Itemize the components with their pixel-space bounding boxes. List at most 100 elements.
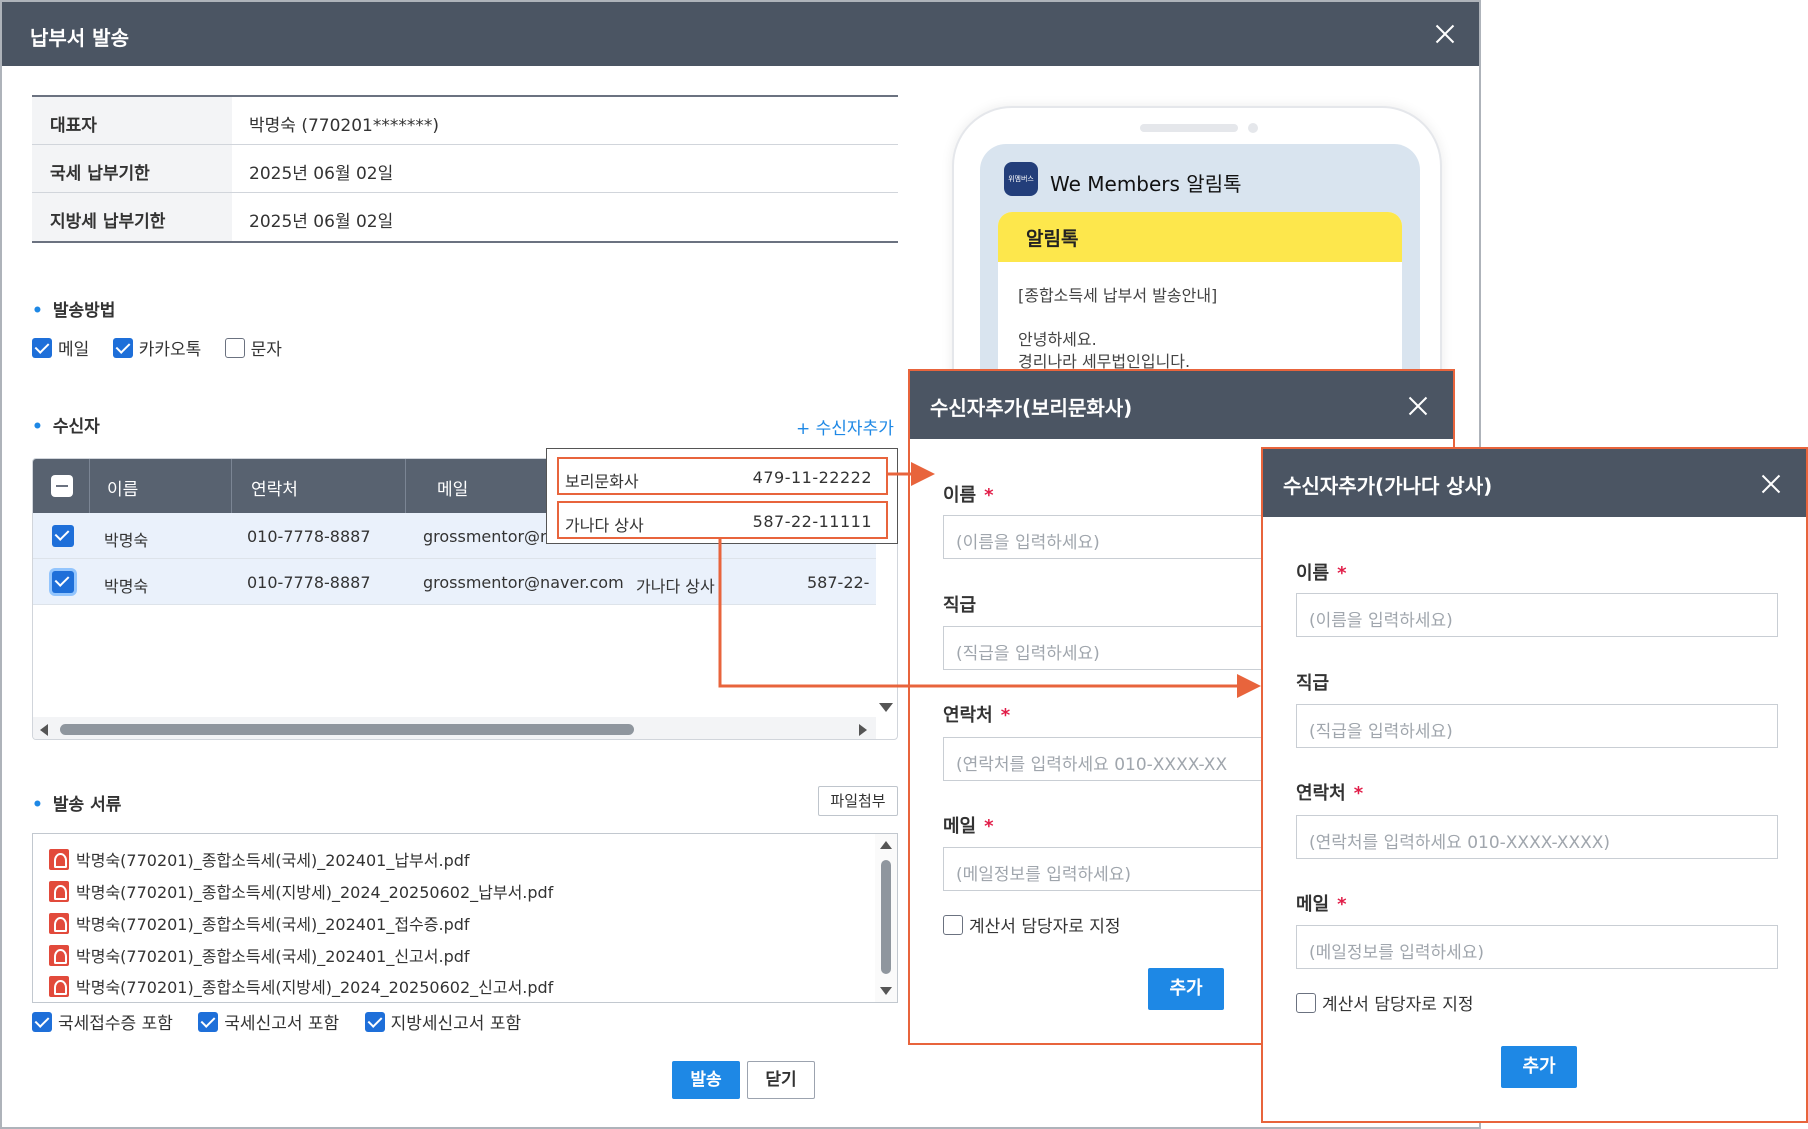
dropdown-option-ganada[interactable]: 가나다 상사 587-22-11111 — [557, 501, 888, 539]
checkbox-checked-icon[interactable] — [112, 337, 133, 358]
header-name[interactable]: 이름 — [107, 475, 138, 500]
checkbox-checked-icon[interactable] — [198, 1011, 219, 1032]
add-button[interactable]: 추가 — [1501, 1046, 1577, 1088]
list-item[interactable]: 박명숙(770201)_종합소득세(지방세)_2024_20250602_납부서… — [49, 879, 553, 903]
info-value: 2025년 06월 02일 — [249, 164, 394, 184]
checkbox-unchecked-icon[interactable] — [1296, 992, 1316, 1013]
message-line: 안녕하세요. — [1018, 330, 1097, 349]
info-value: 2025년 06월 02일 — [249, 212, 394, 232]
table-row[interactable]: 박명숙 010-7778-8887 grossmentor@naver.com … — [33, 559, 876, 605]
list-item[interactable]: 박명숙(770201)_종합소득세(국세)_202401_신고서.pdf — [49, 943, 470, 967]
close-icon[interactable] — [1760, 473, 1782, 495]
document-list: 박명숙(770201)_종합소득세(국세)_202401_납부서.pdf 박명숙… — [32, 833, 898, 1003]
checkbox-label: 계산서 담당자로 지정 — [1322, 995, 1474, 1015]
card-header: 알림톡 — [998, 212, 1402, 262]
list-item[interactable]: 박명숙(770201)_종합소득세(국세)_202401_납부서.pdf — [49, 847, 470, 871]
horizontal-scrollbar[interactable] — [33, 717, 876, 739]
file-name: 박명숙(770201)_종합소득세(국세)_202401_신고서.pdf — [76, 947, 470, 966]
row-checkbox[interactable] — [52, 525, 74, 547]
position-input[interactable]: (직급을 입력하세요) — [1296, 704, 1778, 748]
checkbox-label: 국세접수증 포함 — [58, 1014, 173, 1034]
cell-bizno: 587-22- — [807, 573, 870, 592]
cell-name: 박명숙 — [104, 577, 149, 596]
pdf-icon — [49, 913, 69, 934]
scroll-down-arrow-icon[interactable] — [879, 703, 893, 712]
close-icon[interactable] — [1434, 23, 1456, 45]
scroll-left-arrow-icon[interactable] — [40, 724, 48, 736]
checkbox-checked-icon[interactable] — [32, 1011, 52, 1032]
section-documents: • 발송 서류 — [32, 795, 122, 815]
info-label: 대표자 — [32, 97, 232, 144]
checkbox-label: 국세신고서 포함 — [224, 1014, 340, 1034]
cell-company: 가나다 상사 — [636, 577, 715, 596]
scrollbar-thumb[interactable] — [881, 860, 891, 974]
info-table: 대표자 박명숙 (770201*******) 국세 납부기한 2025년 06… — [32, 95, 898, 243]
option-bizno: 587-22-11111 — [752, 512, 872, 531]
file-name: 박명숙(770201)_종합소득세(국세)_202401_접수증.pdf — [76, 915, 470, 934]
add-recipient-dialog-ganada: 수신자추가(가나다 상사) 이름 * (이름을 입력하세요) 직급 (직급을 입력… — [1261, 447, 1808, 1123]
scroll-down-arrow-icon[interactable] — [880, 987, 892, 995]
dialog-titlebar: 수신자추가(가나다 상사) — [1263, 449, 1806, 517]
close-icon[interactable] — [1407, 395, 1429, 417]
option-name: 가나다 상사 — [565, 516, 644, 535]
dropdown-option-bori[interactable]: 보리문화사 479-11-22222 — [557, 457, 888, 495]
section-send-method: • 발송방법 — [32, 301, 116, 321]
section-recipients: • 수신자 — [32, 417, 100, 437]
checkbox-unchecked-icon[interactable] — [224, 337, 245, 358]
checkbox-checked-icon[interactable] — [32, 337, 52, 358]
cell-phone: 010-7778-8887 — [247, 573, 371, 592]
method-kakao-checkbox[interactable]: 카카오톡 — [112, 337, 201, 360]
list-item[interactable]: 박명숙(770201)_종합소득세(지방세)_2024_20250602_신고서… — [49, 974, 553, 998]
invoice-manager-checkbox[interactable]: 계산서 담당자로 지정 — [1296, 990, 1474, 1015]
field-label-email: 메일 * — [1296, 894, 1347, 915]
sender-name: We Members 알림톡 — [1050, 172, 1242, 196]
pdf-icon — [49, 849, 69, 870]
add-button[interactable]: 추가 — [1148, 968, 1224, 1010]
checkbox-label: 지방세신고서 포함 — [390, 1014, 522, 1034]
pdf-icon — [49, 881, 69, 902]
add-recipient-link[interactable]: + 수신자추가 — [796, 414, 894, 439]
field-label-name: 이름 * — [1296, 563, 1347, 584]
message-line: [종합소득세 납부서 발송안내] — [1018, 286, 1218, 305]
method-email-checkbox[interactable]: 메일 — [32, 337, 89, 360]
field-label-name: 이름 * — [943, 485, 994, 506]
include-receipt-checkbox[interactable]: 국세접수증 포함 — [32, 1011, 173, 1034]
dialog-titlebar: 수신자추가(보리문화사) — [910, 371, 1453, 439]
field-label-phone: 연락처 * — [943, 705, 1011, 726]
include-national-return-checkbox[interactable]: 국세신고서 포함 — [198, 1011, 340, 1034]
file-name: 박명숙(770201)_종합소득세(지방세)_2024_20250602_신고서… — [76, 978, 554, 997]
include-options: 국세접수증 포함 국세신고서 포함 지방세신고서 포함 — [32, 1009, 541, 1034]
invoice-manager-checkbox[interactable]: 계산서 담당자로 지정 — [943, 912, 1121, 937]
close-button[interactable]: 닫기 — [747, 1061, 815, 1099]
info-row-representative: 대표자 박명숙 (770201*******) — [32, 97, 898, 145]
phone-input[interactable]: (연락처를 입력하세요 010-XXXX-XXXX) — [1296, 815, 1778, 859]
app-logo: 위멤버스 — [1004, 162, 1038, 196]
section-title: 발송방법 — [52, 301, 116, 321]
checkbox-checked-icon[interactable] — [364, 1011, 385, 1032]
scrollbar-thumb[interactable] — [60, 724, 634, 735]
row-checkbox[interactable] — [52, 571, 74, 593]
header-email[interactable]: 메일 — [437, 475, 468, 500]
include-local-return-checkbox[interactable]: 지방세신고서 포함 — [364, 1011, 522, 1034]
scroll-right-arrow-icon[interactable] — [859, 724, 867, 736]
attach-file-button[interactable]: 파일첨부 — [818, 786, 898, 816]
scroll-up-arrow-icon[interactable] — [880, 841, 892, 849]
list-item[interactable]: 박명숙(770201)_종합소득세(국세)_202401_접수증.pdf — [49, 911, 470, 935]
vertical-scrollbar[interactable] — [875, 834, 897, 1002]
header-phone[interactable]: 연락처 — [251, 475, 298, 500]
checkbox-label: 계산서 담당자로 지정 — [969, 917, 1121, 937]
method-sms-checkbox[interactable]: 문자 — [224, 337, 282, 360]
info-value: 박명숙 (770201*******) — [249, 116, 439, 136]
info-label: 지방세 납부기한 — [32, 193, 232, 241]
send-button[interactable]: 발송 — [672, 1061, 740, 1099]
name-input[interactable]: (이름을 입력하세요) — [1296, 593, 1778, 637]
info-row-national-due: 국세 납부기한 2025년 06월 02일 — [32, 145, 898, 193]
cell-name: 박명숙 — [104, 531, 149, 550]
checkbox-unchecked-icon[interactable] — [943, 914, 963, 935]
info-row-local-due: 지방세 납부기한 2025년 06월 02일 — [32, 193, 898, 241]
select-all-checkbox[interactable] — [51, 475, 73, 497]
checkbox-label: 문자 — [250, 340, 282, 360]
field-label-phone: 연락처 * — [1296, 783, 1364, 804]
section-title: 발송 서류 — [52, 795, 122, 815]
email-field[interactable]: (메일정보를 입력하세요) — [1296, 925, 1778, 969]
